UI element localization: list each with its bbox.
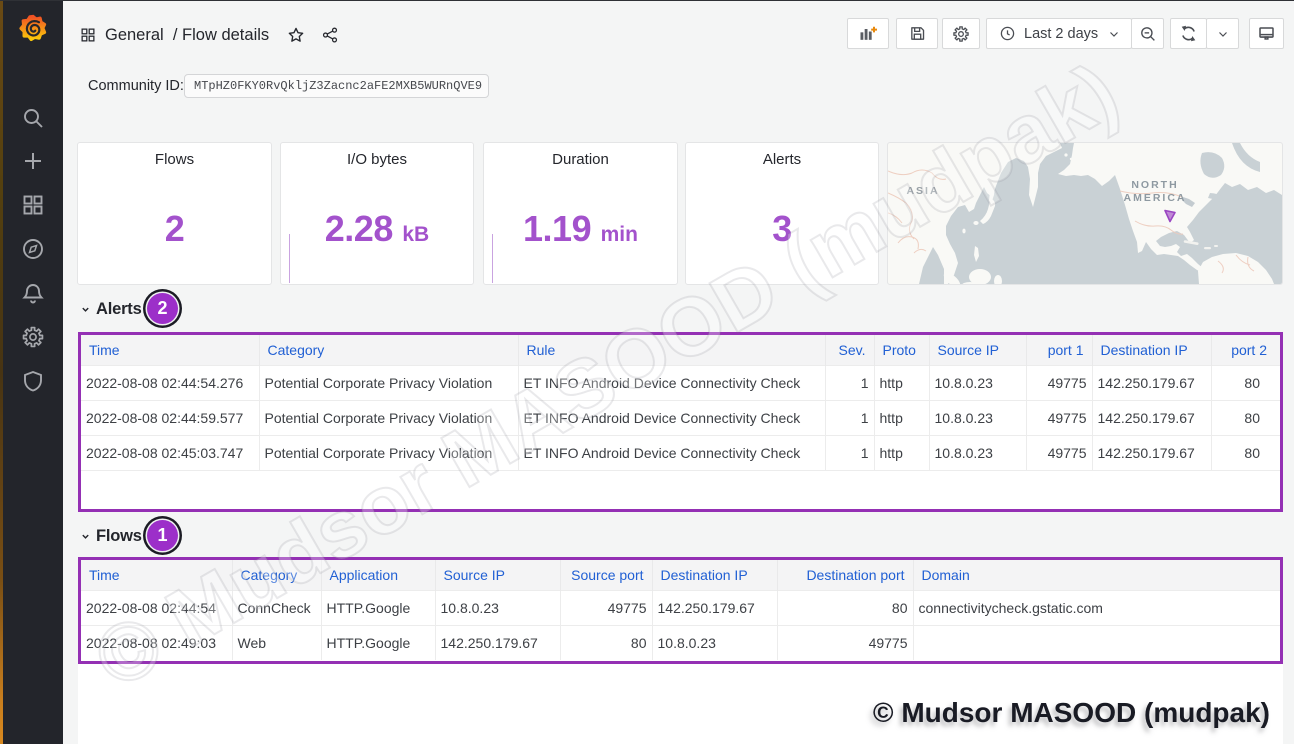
- svg-text:AMERICA: AMERICA: [1124, 192, 1187, 204]
- svg-text:NORTH: NORTH: [1131, 179, 1178, 191]
- svg-text:ASIA: ASIA: [906, 185, 939, 197]
